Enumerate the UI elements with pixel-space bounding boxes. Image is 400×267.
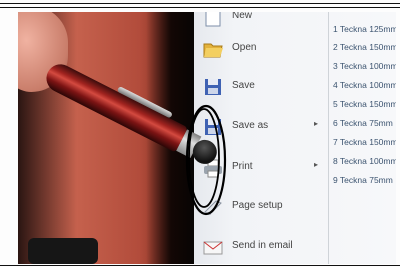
annotation-circle: [185, 104, 227, 216]
frame-top-border: [0, 3, 400, 4]
photo-frame: New Open Save Save as ▸ Print ▸ Page set…: [0, 0, 400, 267]
annotation-ring-inner: [188, 108, 220, 208]
frame-bottom-border: [0, 265, 400, 266]
photograph: New Open Save Save as ▸ Print ▸ Page set…: [18, 12, 396, 264]
frame-top-border-inner: [0, 7, 400, 8]
